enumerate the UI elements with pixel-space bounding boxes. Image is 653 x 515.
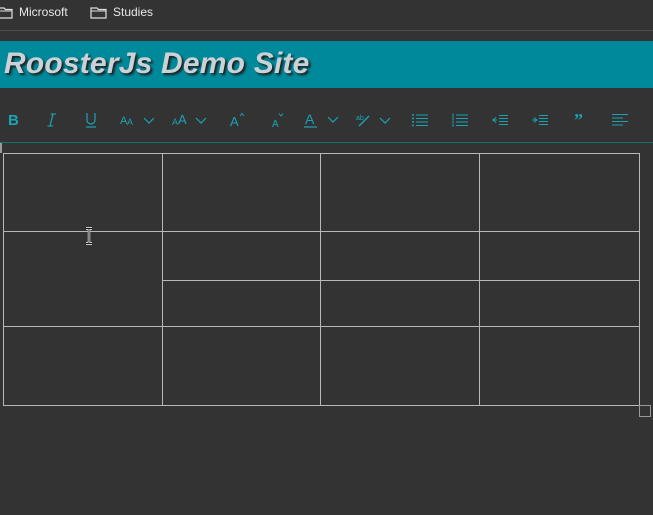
underline-button[interactable] — [82, 109, 100, 131]
toolbar-divider — [0, 142, 653, 143]
svg-text:A: A — [127, 117, 133, 127]
table-cell[interactable] — [320, 231, 480, 281]
bold-button[interactable]: B — [4, 109, 22, 131]
folder-icon — [90, 6, 107, 19]
font-button[interactable]: A A — [119, 109, 159, 131]
table-cell[interactable] — [162, 153, 321, 232]
font-size-button[interactable]: A A — [171, 109, 211, 131]
text-cursor-icon — [86, 227, 92, 245]
site-title: RoosterJs Demo Site — [4, 47, 310, 80]
bullet-list-icon — [412, 114, 428, 127]
table-cell[interactable] — [320, 326, 480, 406]
align-left-button[interactable] — [610, 109, 630, 131]
svg-text:”: ” — [574, 113, 583, 127]
text-color-icon: A — [304, 111, 339, 128]
increase-indent-button[interactable] — [530, 109, 550, 131]
underline-icon — [86, 113, 96, 128]
highlight-icon: ab — [356, 115, 391, 127]
editor-table[interactable] — [3, 153, 640, 406]
italic-button[interactable] — [43, 109, 61, 131]
svg-text:A: A — [178, 112, 187, 127]
table-cell[interactable] — [162, 280, 321, 327]
bookmark-label: Microsoft — [19, 5, 68, 19]
font-icon: A A — [120, 115, 155, 127]
decrease-indent-button[interactable] — [490, 109, 510, 131]
align-left-icon — [612, 114, 628, 126]
editor-edge-marker — [0, 143, 2, 153]
table-cell[interactable] — [162, 231, 321, 281]
table-cell[interactable] — [320, 153, 480, 232]
svg-text:B: B — [8, 112, 19, 128]
table-cell[interactable] — [479, 280, 640, 327]
bookmarks-divider — [0, 30, 653, 31]
bullet-list-button[interactable] — [410, 109, 430, 131]
bookmarks-bar: Microsoft Studies — [0, 0, 653, 25]
svg-text:A: A — [230, 114, 239, 128]
quote-icon: ” — [574, 113, 583, 127]
table-cell[interactable] — [3, 231, 163, 327]
decrease-indent-icon — [492, 115, 508, 125]
bookmark-label: Studies — [113, 5, 154, 19]
svg-text:ab: ab — [356, 115, 364, 122]
format-toolbar: B A A A A A A A ab ” — [0, 100, 653, 140]
italic-icon — [47, 113, 56, 127]
svg-text:A: A — [272, 119, 279, 128]
decrease-font-size-icon: A — [272, 113, 284, 128]
increase-indent-icon — [532, 115, 548, 125]
text-color-button[interactable]: A — [303, 109, 343, 131]
site-banner: RoosterJs Demo Site — [0, 41, 653, 88]
table-cell[interactable] — [3, 326, 163, 406]
bold-icon: B — [8, 112, 19, 128]
svg-text:A: A — [305, 111, 315, 127]
highlight-button[interactable]: ab — [355, 109, 395, 131]
table-cell[interactable] — [3, 153, 163, 232]
table-cell[interactable] — [479, 326, 640, 406]
bookmark-microsoft[interactable]: Microsoft — [0, 4, 68, 20]
folder-icon — [0, 6, 13, 19]
numbered-list-icon — [452, 113, 468, 127]
bookmark-studies[interactable]: Studies — [90, 4, 153, 20]
increase-font-size-icon: A — [230, 112, 245, 128]
table-cell[interactable] — [320, 280, 480, 327]
increase-font-size-button[interactable]: A — [228, 109, 246, 131]
table-cell[interactable] — [162, 326, 321, 406]
numbered-list-button[interactable] — [450, 109, 470, 131]
decrease-font-size-button[interactable]: A — [268, 109, 286, 131]
font-size-icon: A A — [172, 112, 207, 127]
table-cell[interactable] — [479, 231, 640, 281]
table-cell[interactable] — [479, 153, 640, 232]
table-resize-handle[interactable] — [639, 405, 651, 417]
quote-button[interactable]: ” — [570, 109, 588, 131]
